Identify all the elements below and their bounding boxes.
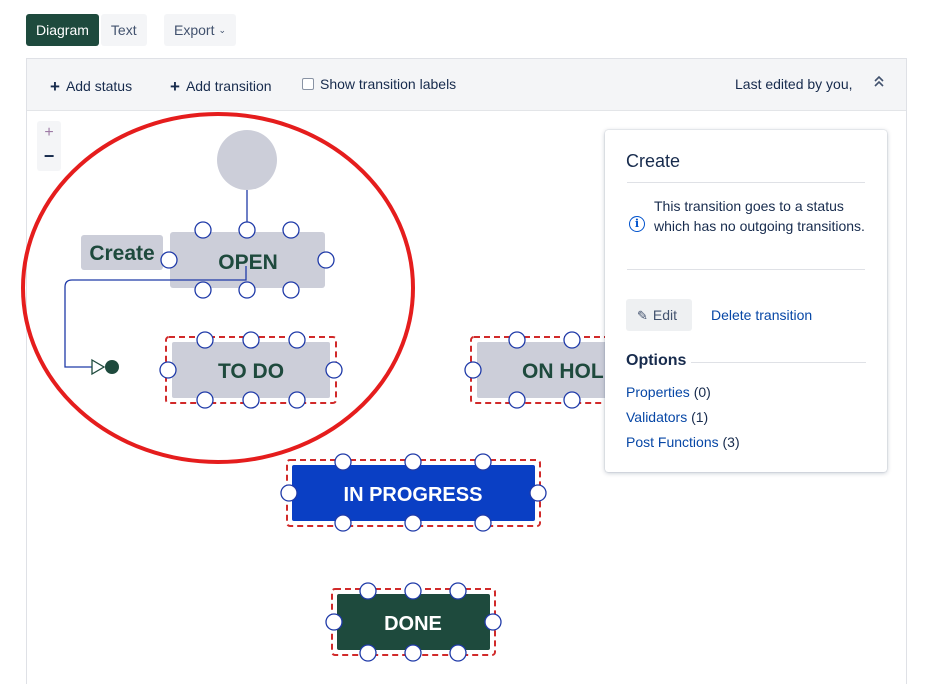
- connection-handle[interactable]: [474, 514, 492, 532]
- transition-details-panel: Create i This transition goes to a statu…: [605, 130, 887, 472]
- connection-handle[interactable]: [194, 281, 212, 299]
- connection-handle[interactable]: [160, 251, 178, 269]
- connection-handle[interactable]: [317, 251, 335, 269]
- transition-endpoint[interactable]: [105, 360, 119, 374]
- connection-handle[interactable]: [242, 331, 260, 349]
- connection-handle[interactable]: [563, 391, 581, 409]
- connection-handle[interactable]: [280, 484, 298, 502]
- connection-handle[interactable]: [196, 391, 214, 409]
- edit-label: Edit: [652, 307, 678, 323]
- connection-handle[interactable]: [282, 221, 300, 239]
- start-node[interactable]: [217, 130, 277, 190]
- connection-handle[interactable]: [474, 453, 492, 471]
- connection-handle[interactable]: [484, 613, 502, 631]
- connection-handle[interactable]: [404, 644, 422, 662]
- connection-handle[interactable]: [508, 391, 526, 409]
- option-post-functions: Post Functions (3): [626, 434, 740, 450]
- connection-handle[interactable]: [529, 484, 547, 502]
- connection-handle[interactable]: [238, 221, 256, 239]
- connection-handle[interactable]: [325, 613, 343, 631]
- connection-handle[interactable]: [325, 361, 343, 379]
- connection-handle[interactable]: [288, 391, 306, 409]
- connection-handle[interactable]: [404, 453, 422, 471]
- option-properties: Properties (0): [626, 384, 711, 400]
- connection-handle[interactable]: [334, 453, 352, 471]
- connection-handle[interactable]: [288, 331, 306, 349]
- connection-handle[interactable]: [404, 582, 422, 600]
- panel-title: Create: [626, 151, 681, 171]
- connection-handle[interactable]: [359, 644, 377, 662]
- option-validators: Validators (1): [626, 409, 708, 425]
- panel-info-text: This transition goes to a status which h…: [654, 198, 865, 234]
- panel-divider: [627, 269, 865, 270]
- option-validators-count: (1): [691, 409, 709, 425]
- option-validators-link[interactable]: Validators: [626, 409, 687, 425]
- connection-handle[interactable]: [282, 281, 300, 299]
- status-in-progress-label: IN PROGRESS: [344, 484, 483, 506]
- options-heading: Options: [626, 352, 687, 369]
- connection-handle[interactable]: [563, 331, 581, 349]
- status-on-hold-label: ON HOL: [522, 360, 604, 383]
- connection-handle[interactable]: [508, 331, 526, 349]
- option-properties-count: (0): [693, 384, 711, 400]
- info-icon: i: [629, 216, 645, 232]
- connection-handle[interactable]: [196, 331, 214, 349]
- connection-handle[interactable]: [242, 391, 260, 409]
- panel-divider: [627, 182, 865, 183]
- connection-handle[interactable]: [449, 582, 467, 600]
- pencil-icon: ✎: [637, 308, 648, 323]
- options-divider: [691, 362, 866, 363]
- status-todo-label: TO DO: [218, 360, 284, 383]
- connection-handle[interactable]: [404, 514, 422, 532]
- status-open-label: OPEN: [218, 251, 278, 274]
- transition-label-create-text: Create: [89, 242, 154, 265]
- connection-handle[interactable]: [159, 361, 177, 379]
- connection-handle[interactable]: [194, 221, 212, 239]
- transition-arrow-icon: [91, 358, 106, 376]
- edit-button[interactable]: ✎ Edit: [626, 299, 692, 331]
- status-done-label: DONE: [384, 613, 442, 635]
- option-post-functions-link[interactable]: Post Functions: [626, 434, 719, 450]
- connection-handle[interactable]: [464, 361, 482, 379]
- connection-handle[interactable]: [449, 644, 467, 662]
- option-properties-link[interactable]: Properties: [626, 384, 690, 400]
- connection-handle[interactable]: [359, 582, 377, 600]
- delete-transition-link[interactable]: Delete transition: [711, 307, 812, 323]
- connection-handle[interactable]: [238, 281, 256, 299]
- connection-handle[interactable]: [334, 514, 352, 532]
- option-post-functions-count: (3): [722, 434, 740, 450]
